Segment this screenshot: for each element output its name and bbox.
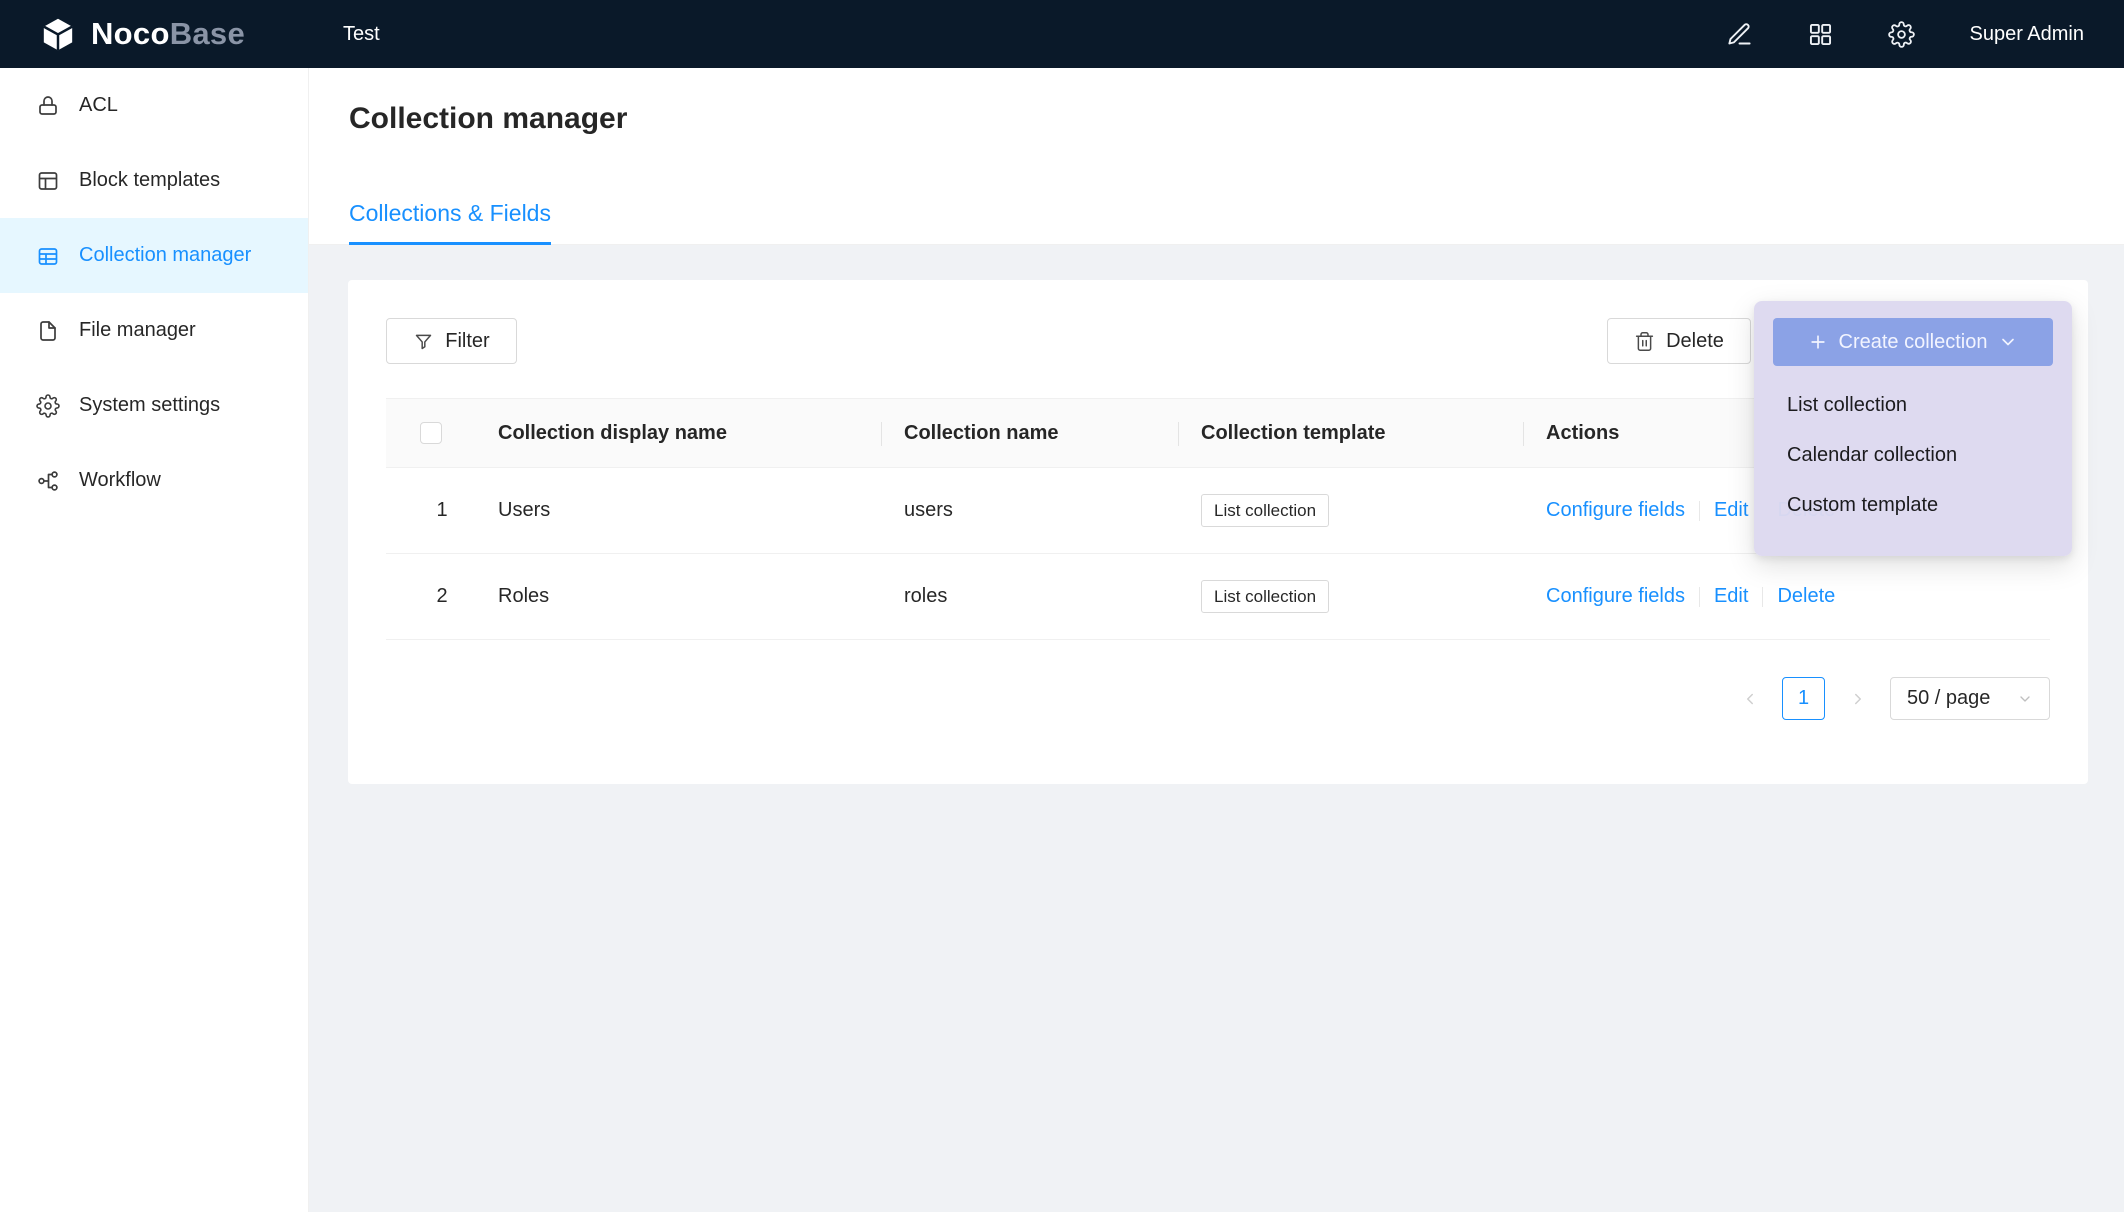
cell-collection-name: roles bbox=[882, 585, 1179, 608]
menu-item-list-collection[interactable]: List collection bbox=[1773, 380, 2053, 430]
row-index: 1 bbox=[386, 499, 476, 522]
topbar: NocoBase Test Super Admin bbox=[0, 0, 2124, 68]
pagination: 1 50 / page bbox=[386, 677, 2050, 720]
delete-button-label: Delete bbox=[1666, 330, 1724, 353]
sidebar-item-file-manager[interactable]: File manager bbox=[0, 293, 308, 368]
column-header-collection-template: Collection template bbox=[1179, 399, 1524, 467]
brand-text: NocoBase bbox=[91, 16, 245, 52]
create-collection-menu: List collection Calendar collection Cust… bbox=[1773, 380, 2053, 530]
action-divider bbox=[1699, 501, 1700, 521]
create-collection-label: Create collection bbox=[1839, 331, 1988, 354]
delete-link[interactable]: Delete bbox=[1777, 585, 1835, 608]
template-tag: List collection bbox=[1201, 494, 1329, 528]
pagination-next-button[interactable] bbox=[1836, 677, 1879, 720]
action-divider bbox=[1699, 587, 1700, 607]
trash-icon bbox=[1634, 331, 1655, 352]
sidebar-item-label: Workflow bbox=[79, 469, 161, 492]
sidebar-item-label: Collection manager bbox=[79, 244, 251, 267]
configure-fields-link[interactable]: Configure fields bbox=[1546, 499, 1685, 522]
chevron-right-icon bbox=[1849, 690, 1867, 708]
filter-funnel-icon bbox=[413, 331, 434, 352]
brand-logo[interactable]: NocoBase bbox=[0, 16, 309, 53]
file-icon bbox=[36, 319, 60, 343]
delete-button[interactable]: Delete bbox=[1607, 318, 1751, 364]
create-collection-button[interactable]: Create collection bbox=[1773, 318, 2053, 366]
chevron-down-icon bbox=[2017, 691, 2033, 707]
create-collection-dropdown: Create collection List collection Calend… bbox=[1754, 301, 2072, 556]
select-all-cell bbox=[386, 399, 476, 467]
filter-button-label: Filter bbox=[445, 330, 489, 353]
table-row-roles: 2 Roles roles List collection Configure … bbox=[386, 554, 2050, 640]
row-actions: Configure fields Edit Delete bbox=[1524, 585, 2050, 608]
sidebar-item-block-templates[interactable]: Block templates bbox=[0, 143, 308, 218]
page-size-value: 50 / page bbox=[1907, 687, 1990, 710]
sidebar-item-collection-manager[interactable]: Collection manager bbox=[0, 218, 308, 293]
tab-collections-fields[interactable]: Collections & Fields bbox=[349, 200, 551, 245]
sidebar-item-label: System settings bbox=[79, 394, 220, 417]
pagination-prev-button[interactable] bbox=[1728, 677, 1771, 720]
gear-icon bbox=[36, 394, 60, 418]
topbar-right: Super Admin bbox=[1726, 21, 2124, 48]
plus-icon bbox=[1808, 332, 1828, 352]
sidebar-item-acl[interactable]: ACL bbox=[0, 68, 308, 143]
pagination-page-1[interactable]: 1 bbox=[1782, 677, 1825, 720]
sidebar: ACL Block templates Collection manager F… bbox=[0, 68, 309, 1212]
filter-button[interactable]: Filter bbox=[386, 318, 517, 364]
chevron-left-icon bbox=[1741, 690, 1759, 708]
sidebar-item-system-settings[interactable]: System settings bbox=[0, 368, 308, 443]
menu-item-calendar-collection[interactable]: Calendar collection bbox=[1773, 430, 2053, 480]
template-tag: List collection bbox=[1201, 580, 1329, 614]
cell-display-name: Roles bbox=[476, 585, 882, 608]
column-header-display-name: Collection display name bbox=[476, 399, 882, 467]
user-menu[interactable]: Super Admin bbox=[1969, 23, 2084, 46]
layout-icon bbox=[36, 169, 60, 193]
cell-collection-name: users bbox=[882, 499, 1179, 522]
topbar-nav: Test bbox=[309, 0, 414, 68]
table-icon bbox=[36, 244, 60, 268]
page-size-select[interactable]: 50 / page bbox=[1890, 677, 2050, 720]
lock-icon bbox=[36, 94, 60, 118]
chevron-down-icon bbox=[1998, 332, 2018, 352]
select-all-checkbox[interactable] bbox=[420, 422, 442, 444]
gear-icon[interactable] bbox=[1888, 21, 1915, 48]
sidebar-item-label: ACL bbox=[79, 94, 118, 117]
sidebar-item-label: File manager bbox=[79, 319, 196, 342]
cell-collection-template: List collection bbox=[1179, 494, 1524, 528]
page-header: Collection manager Collections & Fields bbox=[309, 68, 2124, 245]
apps-grid-icon[interactable] bbox=[1807, 21, 1834, 48]
tab-bar: Collections & Fields bbox=[349, 200, 551, 245]
column-header-collection-name: Collection name bbox=[882, 399, 1179, 467]
main-area: Collection manager Collections & Fields … bbox=[309, 68, 2124, 1212]
page-title: Collection manager bbox=[349, 100, 2124, 138]
sidebar-item-label: Block templates bbox=[79, 169, 220, 192]
cell-collection-template: List collection bbox=[1179, 580, 1524, 614]
configure-fields-link[interactable]: Configure fields bbox=[1546, 585, 1685, 608]
nav-item-test[interactable]: Test bbox=[309, 0, 414, 68]
nocobase-logo-icon bbox=[38, 16, 78, 53]
row-index: 2 bbox=[386, 585, 476, 608]
action-divider bbox=[1762, 587, 1763, 607]
highlighter-icon[interactable] bbox=[1726, 21, 1753, 48]
edit-link[interactable]: Edit bbox=[1714, 499, 1748, 522]
menu-item-custom-template[interactable]: Custom template bbox=[1773, 480, 2053, 530]
sidebar-item-workflow[interactable]: Workflow bbox=[0, 443, 308, 518]
cell-display-name: Users bbox=[476, 499, 882, 522]
edit-link[interactable]: Edit bbox=[1714, 585, 1748, 608]
workflow-icon bbox=[36, 469, 60, 493]
